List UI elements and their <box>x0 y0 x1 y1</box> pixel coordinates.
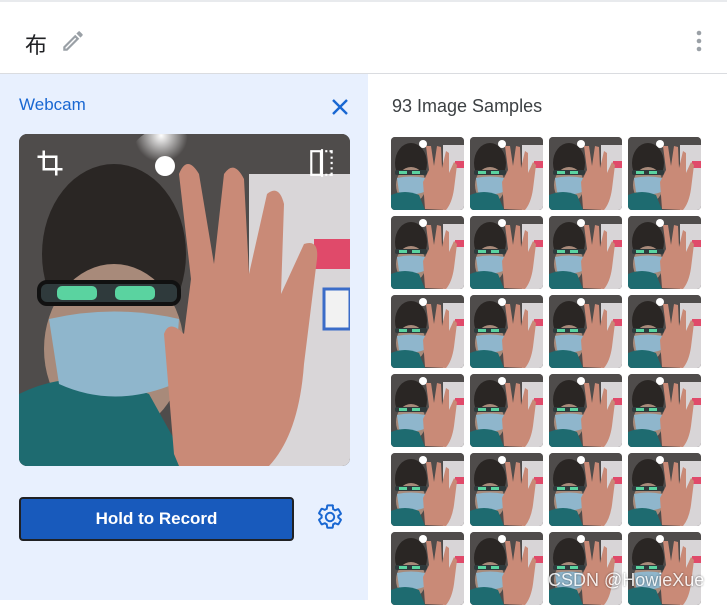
samples-count: 93 Image Samples <box>392 96 543 116</box>
sample-thumbnail[interactable] <box>470 295 543 368</box>
sample-thumbnail[interactable] <box>391 532 464 605</box>
gear-icon[interactable] <box>316 503 344 531</box>
sample-thumbnail[interactable] <box>628 532 701 605</box>
class-card: 布 Webcam Hold to Record 93 Image Samples… <box>0 0 727 605</box>
class-name[interactable]: 布 <box>25 28 47 60</box>
sample-thumbnail[interactable] <box>470 374 543 447</box>
pencil-icon[interactable] <box>60 28 86 54</box>
crop-icon[interactable] <box>35 148 65 178</box>
sample-thumbnail[interactable] <box>391 295 464 368</box>
sample-thumbnail[interactable] <box>628 374 701 447</box>
sample-thumbnail[interactable] <box>628 295 701 368</box>
sample-thumbnail[interactable] <box>391 453 464 526</box>
sample-thumbnail[interactable] <box>470 216 543 289</box>
flip-icon[interactable] <box>309 148 335 178</box>
sample-thumbnail[interactable] <box>549 532 622 605</box>
sample-thumbnail[interactable] <box>628 137 701 210</box>
class-header: 布 <box>0 2 727 74</box>
more-vert-icon[interactable] <box>690 28 708 54</box>
hold-to-record-button[interactable]: Hold to Record <box>19 497 294 541</box>
sample-thumbnail[interactable] <box>549 216 622 289</box>
sample-thumbnail[interactable] <box>549 453 622 526</box>
webcam-preview <box>19 134 350 466</box>
sample-thumbnail[interactable] <box>549 295 622 368</box>
samples-panel: 93 Image Samples <box>368 74 727 605</box>
sample-thumbnail[interactable] <box>391 374 464 447</box>
close-icon[interactable] <box>328 95 352 119</box>
sample-thumbnail[interactable] <box>470 137 543 210</box>
sample-thumbnail[interactable] <box>470 532 543 605</box>
csdn-watermark: CSDN @HowieXue <box>548 570 705 590</box>
webcam-frame-image <box>19 134 350 466</box>
webcam-title: Webcam <box>19 95 86 114</box>
sample-thumbnail[interactable] <box>549 374 622 447</box>
sample-thumbnail[interactable] <box>391 216 464 289</box>
sample-thumbnail[interactable] <box>628 453 701 526</box>
sample-thumbnail[interactable] <box>549 137 622 210</box>
sample-thumbnail[interactable] <box>391 137 464 210</box>
sample-thumbnail[interactable] <box>470 453 543 526</box>
sample-thumbnail[interactable] <box>628 216 701 289</box>
webcam-panel: Webcam Hold to Record <box>0 74 368 600</box>
